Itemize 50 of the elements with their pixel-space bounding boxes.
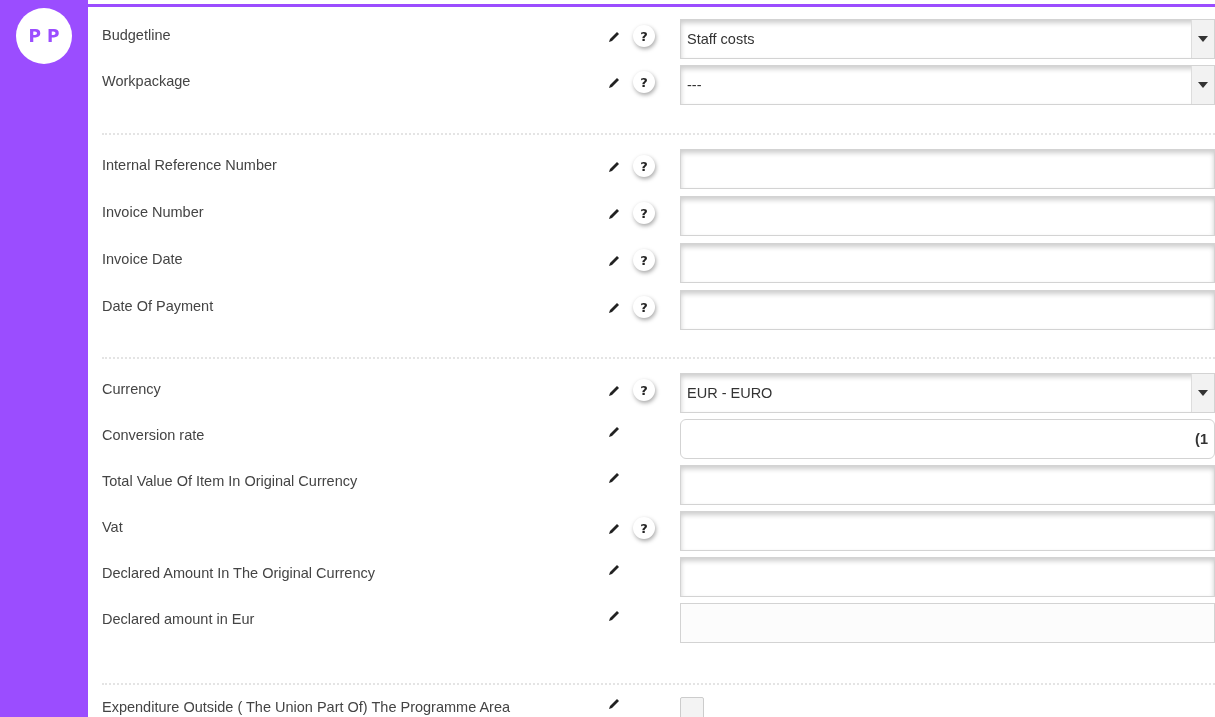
pencil-icon[interactable] (608, 300, 621, 314)
field-label: Internal Reference Number (102, 156, 278, 173)
help-button[interactable]: ? (633, 517, 655, 539)
input-field[interactable] (680, 557, 1215, 597)
field-label: Invoice Number (102, 203, 205, 220)
help-button[interactable]: ? (633, 202, 655, 224)
help-button[interactable]: ? (633, 296, 655, 318)
field-label: Invoice Date (102, 250, 184, 267)
input-field[interactable] (680, 290, 1215, 330)
help-button[interactable]: ? (633, 155, 655, 177)
dropdown[interactable]: Staff costs (680, 19, 1215, 59)
dropdown[interactable]: EUR - EURO (680, 373, 1215, 413)
input-field[interactable] (680, 196, 1215, 236)
input-field[interactable] (680, 511, 1215, 551)
pencil-icon[interactable] (608, 609, 621, 622)
checkbox[interactable] (680, 697, 704, 717)
field-label: Date Of Payment (102, 297, 215, 314)
caret-icon (1198, 82, 1208, 88)
pencil-icon[interactable] (608, 29, 621, 43)
input-field[interactable]: (1 (680, 419, 1215, 459)
pencil-icon[interactable] (608, 75, 621, 89)
dropdown[interactable]: --- (680, 65, 1215, 105)
input-field[interactable] (680, 465, 1215, 505)
pencil-icon[interactable] (608, 697, 621, 710)
field-label: Total Value Of Item In Original Currency (102, 472, 359, 489)
field-label: Declared Amount In The Original Currency (102, 564, 376, 581)
field-label: Declared amount in Eur (102, 610, 256, 627)
caret-icon (1198, 390, 1208, 396)
help-button[interactable]: ? (633, 71, 655, 93)
field-label: Budgetline (102, 26, 172, 43)
help-button[interactable]: ? (633, 379, 655, 401)
field-label: Conversion rate (102, 426, 206, 443)
field-label: Expenditure Outside ( The Union Part Of) The Programme Area (102, 698, 512, 715)
avatar: P P (16, 8, 72, 64)
caret-icon (1198, 36, 1208, 42)
field-label: Workpackage (102, 72, 192, 89)
pencil-icon[interactable] (608, 521, 621, 535)
pencil-icon[interactable] (608, 563, 621, 576)
pencil-icon[interactable] (608, 471, 621, 484)
pencil-icon[interactable] (608, 425, 621, 438)
pencil-icon[interactable] (608, 253, 621, 267)
pencil-icon[interactable] (608, 206, 621, 220)
input-field[interactable] (680, 149, 1215, 189)
pencil-icon[interactable] (608, 159, 621, 173)
pencil-icon[interactable] (608, 383, 621, 397)
help-button[interactable]: ? (633, 249, 655, 271)
field-label: Currency (102, 380, 162, 397)
help-button[interactable]: ? (633, 25, 655, 47)
input-field[interactable] (680, 243, 1215, 283)
field-label: Vat (102, 518, 124, 535)
